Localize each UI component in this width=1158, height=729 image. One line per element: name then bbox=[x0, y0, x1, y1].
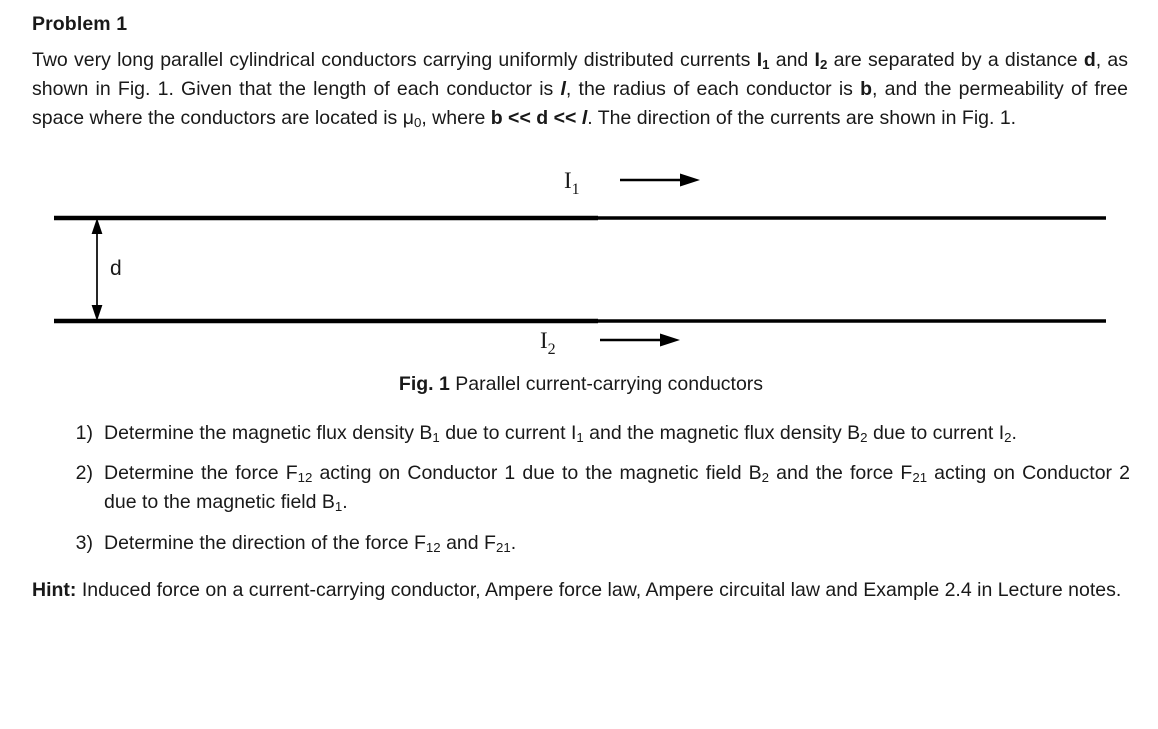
distance-symbol-2: d bbox=[536, 106, 549, 129]
figure-i1-sub: 1 bbox=[572, 181, 580, 198]
list-item: 2) Determine the force F12 acting on Cond… bbox=[32, 459, 1130, 516]
intro-text-1: Two very long parallel cylindrical condu… bbox=[32, 49, 757, 72]
current-2-direction-arrow bbox=[600, 333, 680, 347]
radius-symbol: b bbox=[860, 78, 873, 100]
question-text-3a: Determine the direction of the force F bbox=[104, 531, 426, 554]
permeability-symbol: μ0 bbox=[402, 106, 422, 130]
question-number: 2) bbox=[75, 462, 93, 485]
current-1-symbol: I1 bbox=[756, 49, 770, 73]
figure-i2-sub: 2 bbox=[548, 341, 556, 358]
radius-symbol-2: b bbox=[490, 106, 503, 129]
figure-distance-label: d bbox=[110, 257, 122, 280]
question-text-1d: due to current I bbox=[867, 421, 1005, 444]
question-sub-1a: 1 bbox=[432, 429, 440, 445]
figure-1: I1 d I2 bbox=[32, 156, 1130, 361]
question-text-1a: Determine the magnetic flux density B bbox=[104, 421, 433, 444]
question-text-3c: . bbox=[510, 531, 517, 554]
question-sub-2c: 21 bbox=[912, 470, 928, 486]
question-sub-1c: 2 bbox=[860, 429, 868, 445]
question-sub-1b: 1 bbox=[576, 429, 584, 445]
question-text-1e: . bbox=[1011, 421, 1017, 444]
question-text-2c: and the force F bbox=[769, 462, 913, 485]
current-2-symbol: I2 bbox=[814, 49, 828, 73]
intro-text-8: . The direction of the currents are show… bbox=[587, 106, 1017, 129]
question-sub-2b: 2 bbox=[761, 470, 770, 486]
figure-caption-text: Parallel current-carrying conductors bbox=[449, 373, 764, 396]
hint-paragraph: Hint: Induced force on a current-carryin… bbox=[32, 576, 1130, 605]
question-text-2b: acting on Conductor 1 due to the magneti… bbox=[312, 462, 762, 485]
question-sub-3a: 12 bbox=[425, 539, 441, 555]
list-item: 1) Determine the magnetic flux density B1… bbox=[32, 419, 1130, 448]
page-title: Problem 1 bbox=[32, 13, 128, 35]
figure-caption: Fig. 1 Parallel current-carrying conduct… bbox=[32, 372, 1130, 397]
figure-current-2-label: I2 bbox=[540, 328, 556, 358]
question-number: 1) bbox=[75, 421, 93, 444]
document-page: Problem 1 Two very long parallel cylindr… bbox=[0, 0, 1158, 729]
hint-text: Induced force on a current-carrying cond… bbox=[76, 579, 1122, 602]
question-text-2e: . bbox=[342, 490, 348, 513]
question-sub-3b: 21 bbox=[495, 539, 511, 555]
intro-text-7: , where bbox=[421, 106, 491, 129]
question-text-2a: Determine the force F bbox=[104, 462, 298, 485]
figure-i1-letter: I bbox=[564, 168, 572, 193]
intro-text-2: and bbox=[769, 49, 815, 72]
distance-symbol: d bbox=[1083, 49, 1096, 72]
hint-label: Hint: bbox=[32, 579, 77, 602]
figure-current-1-label: I1 bbox=[564, 168, 580, 198]
intro-text-3: are separated by a distance bbox=[827, 49, 1084, 72]
figure-i2-letter: I bbox=[540, 328, 548, 353]
intro-text-5: , the radius of each conductor is bbox=[565, 78, 861, 100]
inequality-1: << bbox=[502, 106, 537, 129]
question-text-1b: due to current I bbox=[439, 421, 577, 444]
question-text-1c: and the magnetic flux density B bbox=[583, 421, 861, 444]
question-list: 1) Determine the magnetic flux density B1… bbox=[32, 419, 1130, 558]
problem-statement: Two very long parallel cylindrical condu… bbox=[32, 46, 1130, 132]
inequality-2: << bbox=[548, 106, 582, 129]
parallel-conductors-diagram: I1 d I2 bbox=[54, 168, 1106, 358]
current-1-direction-arrow bbox=[620, 173, 700, 187]
figure-caption-number: Fig. 1 bbox=[398, 373, 450, 396]
question-text-3b: and F bbox=[440, 531, 496, 554]
list-item: 3) Determine the direction of the force F… bbox=[32, 529, 1130, 558]
question-sub-2a: 12 bbox=[297, 470, 313, 486]
question-number: 3) bbox=[75, 531, 93, 554]
separation-distance-arrow bbox=[91, 218, 103, 322]
